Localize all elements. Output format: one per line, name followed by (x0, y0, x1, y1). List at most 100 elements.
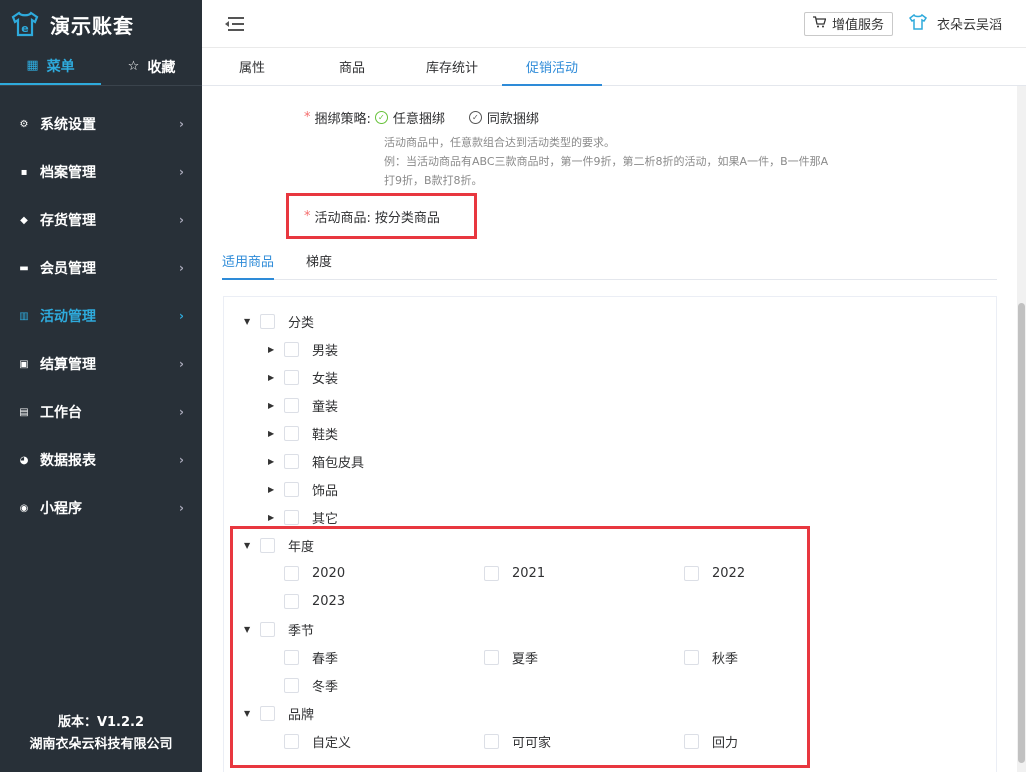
sidebar-menu: ⚙ 系统设置 › ▪ 档案管理 › ◆ 存货管理 › ▬ 会员管理 › ▥ 活动管理 › ▣ 结算管理… (0, 86, 202, 532)
tab-goods[interactable]: 商品 (302, 48, 402, 85)
caret-right-icon[interactable]: ▶ (268, 513, 278, 522)
caret-down-icon[interactable]: ▼ (244, 625, 254, 634)
tree-node-season[interactable]: ▼ 季节 (244, 619, 314, 639)
tree-node-brand[interactable]: ▼ 品牌 (244, 703, 314, 723)
radio-any-bundle[interactable]: ✓ 任意捆绑 (374, 108, 445, 127)
tab-menu[interactable]: ▦ 菜单 (0, 48, 101, 85)
checkbox[interactable] (284, 453, 299, 469)
checkbox[interactable] (284, 397, 299, 413)
sidebar-item-inventory[interactable]: ◆ 存货管理 › (0, 196, 202, 244)
tree-node-2022[interactable]: 2022 (684, 563, 745, 583)
pie-icon: ◕ (19, 454, 29, 466)
tab-favorites[interactable]: ☆ 收藏 (101, 48, 202, 85)
tree-node-shoes[interactable]: ▶ 鞋类 (268, 423, 338, 443)
tree-node-accessories[interactable]: ▶ 饰品 (268, 479, 338, 499)
tree-node-label: 年度 (288, 539, 315, 555)
checkbox[interactable] (484, 733, 499, 749)
checkbox[interactable] (284, 565, 299, 581)
tree-node-kekejia[interactable]: 可可家 (484, 731, 551, 751)
checkbox[interactable] (284, 341, 299, 357)
bundle-strategy-row: * 捆绑策略: ✓ 任意捆绑 ✓ 同款捆绑 (304, 108, 563, 127)
activity-goods-label: 活动商品: (314, 211, 371, 226)
tab-attributes[interactable]: 属性 (202, 48, 302, 85)
checkbox[interactable] (260, 537, 275, 553)
tab-stock-stats[interactable]: 库存统计 (402, 48, 502, 85)
checkbox[interactable] (684, 565, 699, 581)
tree-node-custom[interactable]: 自定义 (284, 731, 351, 751)
caret-down-icon[interactable]: ▼ (244, 541, 254, 550)
checkbox[interactable] (260, 621, 275, 637)
mini-program-icon: ◉ (19, 502, 29, 514)
sidebar-item-archives[interactable]: ▪ 档案管理 › (0, 148, 202, 196)
checkbox[interactable] (284, 481, 299, 497)
caret-down-icon[interactable]: ▼ (244, 317, 254, 326)
value-added-service-button[interactable]: 增值服务 (803, 11, 893, 36)
tree-node-womenswear[interactable]: ▶ 女装 (268, 367, 338, 387)
caret-down-icon[interactable]: ▼ (244, 709, 254, 718)
radio-same-style-bundle[interactable]: ✓ 同款捆绑 (468, 108, 539, 127)
tree-node-2020[interactable]: 2020 (284, 563, 345, 583)
content-scrollbar[interactable] (1017, 86, 1026, 772)
checkbox[interactable] (684, 733, 699, 749)
tab-gradient[interactable]: 梯度 (306, 242, 348, 279)
tree-node-autumn[interactable]: 秋季 (684, 647, 738, 667)
checkbox[interactable] (284, 677, 299, 693)
tree-node-2023[interactable]: 2023 (284, 591, 345, 611)
checkbox[interactable] (284, 593, 299, 609)
svg-text:e: e (21, 22, 28, 35)
tree-node-2021[interactable]: 2021 (484, 563, 545, 583)
sidebar-item-reports[interactable]: ◕ 数据报表 › (0, 436, 202, 484)
sidebar-item-activities[interactable]: ▥ 活动管理 › (0, 292, 202, 340)
checkbox[interactable] (484, 649, 499, 665)
sidebar-item-system-settings[interactable]: ⚙ 系统设置 › (0, 100, 202, 148)
cube-icon: ◆ (20, 214, 28, 226)
scrollbar-thumb[interactable] (1018, 303, 1025, 763)
top-bar: 增值服务 衣朵云吴滔 (202, 0, 1026, 48)
caret-right-icon[interactable]: ▶ (268, 373, 278, 382)
tree-node-bags[interactable]: ▶ 箱包皮具 (268, 451, 364, 471)
tree-node-menswear[interactable]: ▶ 男装 (268, 339, 338, 359)
required-asterisk: * (304, 110, 311, 125)
sidebar-item-mini-program[interactable]: ◉ 小程序 › (0, 484, 202, 532)
caret-right-icon[interactable]: ▶ (268, 457, 278, 466)
tree-node-label: 秋季 (712, 651, 739, 667)
tree-node-kidswear[interactable]: ▶ 童装 (268, 395, 338, 415)
sidebar-item-workbench[interactable]: ▤ 工作台 › (0, 388, 202, 436)
check-circle-icon: ✓ (468, 111, 482, 124)
tree-node-huili[interactable]: 回力 (684, 731, 738, 751)
checkbox[interactable] (260, 313, 275, 329)
tab-applicable-goods[interactable]: 适用商品 (222, 242, 290, 280)
chevron-right-icon: › (179, 213, 184, 227)
tree-node-year[interactable]: ▼ 年度 (244, 535, 314, 555)
tree-node-others[interactable]: ▶ 其它 (268, 507, 338, 527)
tree-node-spring[interactable]: 春季 (284, 647, 338, 667)
tree-node-winter[interactable]: 冬季 (284, 675, 338, 695)
checkbox[interactable] (284, 509, 299, 525)
caret-right-icon[interactable]: ▶ (268, 485, 278, 494)
card-icon: ▬ (19, 262, 29, 274)
tree-node-category[interactable]: ▼ 分类 (244, 311, 314, 331)
collapse-menu-icon[interactable] (224, 16, 244, 32)
check-circle-icon: ✓ (374, 111, 388, 124)
user-menu[interactable]: 衣朵云吴滔 (908, 13, 1002, 34)
checkbox[interactable] (284, 733, 299, 749)
caret-right-icon[interactable]: ▶ (268, 345, 278, 354)
checkbox[interactable] (284, 425, 299, 441)
tree-node-label: 回力 (712, 735, 739, 751)
sidebar-item-label: 会员管理 (40, 261, 96, 277)
checkbox[interactable] (260, 705, 275, 721)
sidebar-item-settlement[interactable]: ▣ 结算管理 › (0, 340, 202, 388)
cart-icon (812, 16, 827, 31)
checkbox[interactable] (284, 369, 299, 385)
checkbox[interactable] (484, 565, 499, 581)
tree-node-label: 童装 (312, 399, 339, 415)
sidebar-item-members[interactable]: ▬ 会员管理 › (0, 244, 202, 292)
checkbox[interactable] (684, 649, 699, 665)
tree-node-summer[interactable]: 夏季 (484, 647, 538, 667)
caret-right-icon[interactable]: ▶ (268, 429, 278, 438)
sidebar-tabs: ▦ 菜单 ☆ 收藏 (0, 48, 202, 86)
caret-right-icon[interactable]: ▶ (268, 401, 278, 410)
tab-promotions[interactable]: 促销活动 (502, 48, 602, 86)
tree-node-label: 其它 (312, 511, 339, 527)
checkbox[interactable] (284, 649, 299, 665)
